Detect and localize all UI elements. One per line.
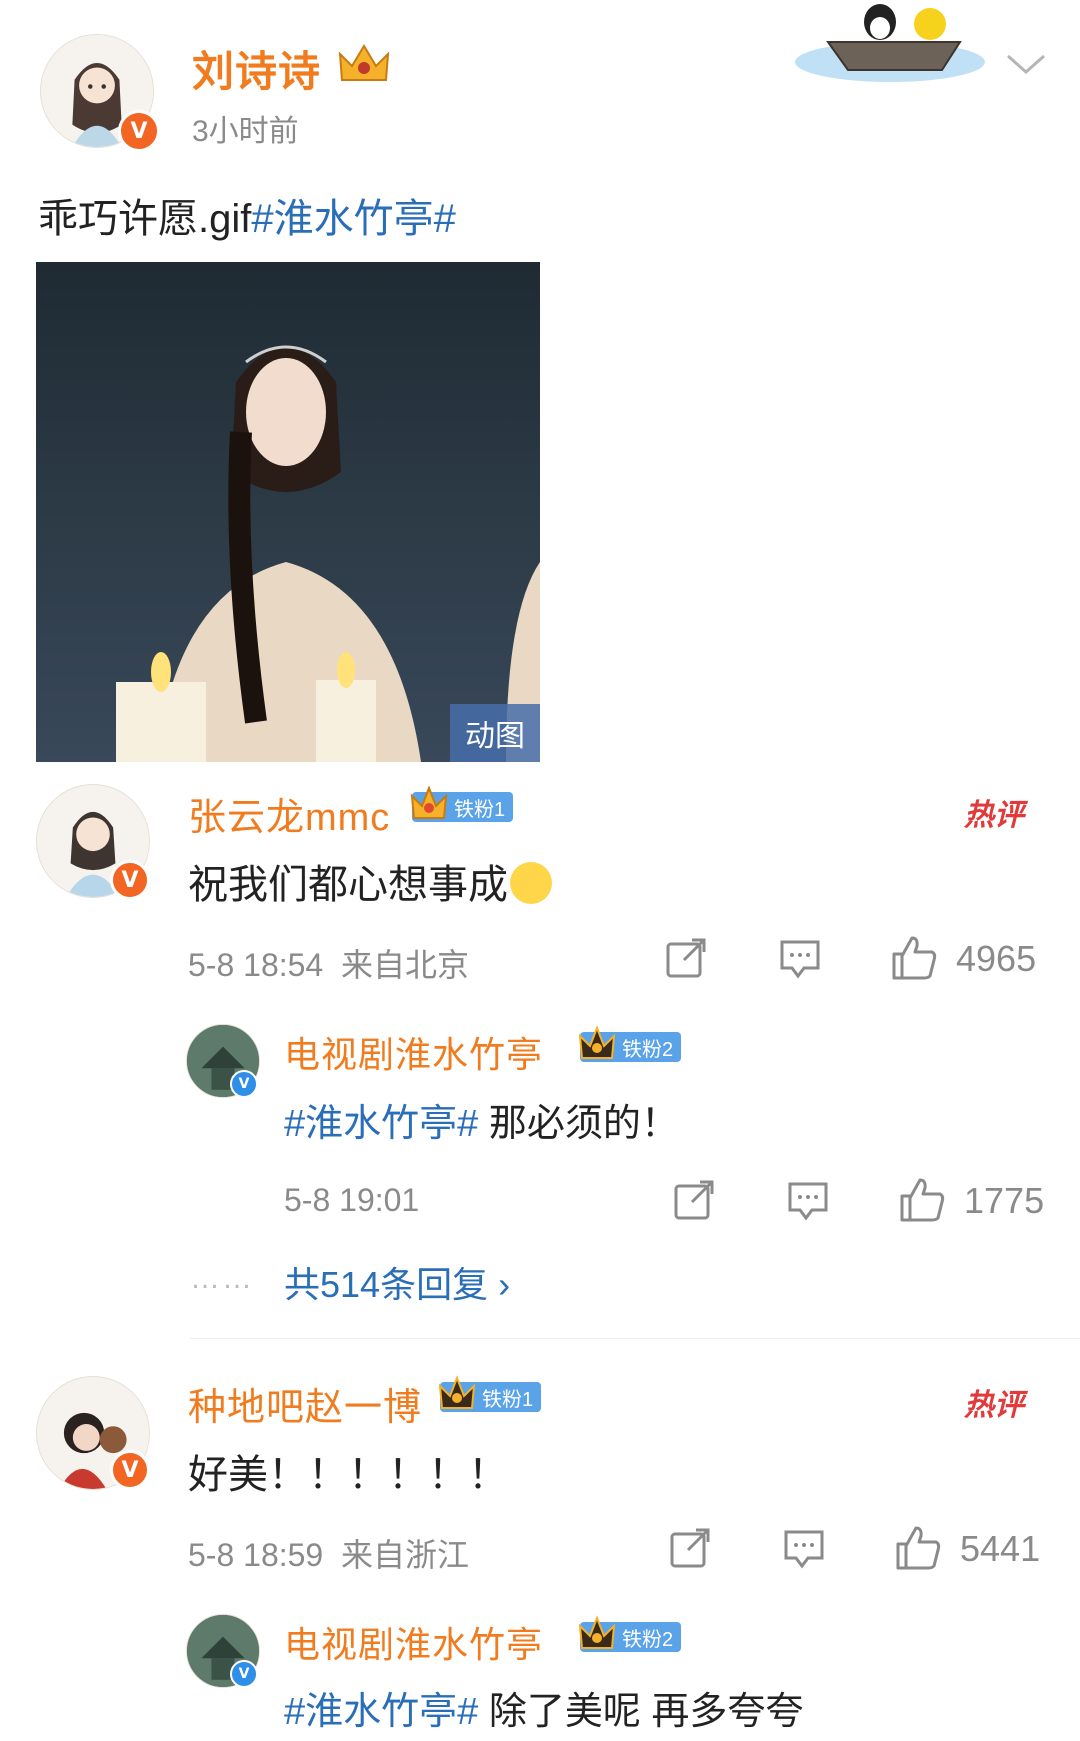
chevron-down-icon[interactable] <box>1004 50 1048 78</box>
comment-divider <box>190 1338 1080 1339</box>
gif-badge: 动图 <box>450 704 540 762</box>
reply-text: #淮水竹亭# 除了美呢 再多夸夸 <box>284 1680 803 1735</box>
reply-text-body: 除了美呢 再多夸夸 <box>488 1691 804 1733</box>
comment-icon[interactable] <box>778 936 822 980</box>
comment-text: 祝我们都心想事成 <box>188 852 552 910</box>
reply-hashtag[interactable]: #淮水竹亭# <box>284 1691 478 1733</box>
boat-decoration <box>795 4 985 82</box>
fan-badge-label: 铁粉1 <box>454 798 506 821</box>
comment-location: 来自浙江 <box>341 1537 470 1573</box>
post-text: 乖巧许愿.gif#淮水竹亭# <box>38 186 456 244</box>
fan-badge-label: 铁粉2 <box>622 1628 674 1651</box>
like-count: 5441 <box>960 1528 1041 1569</box>
gif-frame <box>116 345 540 762</box>
more-replies-link[interactable]: 共514条回复 › <box>284 1256 510 1308</box>
crown-icon <box>438 1375 476 1409</box>
fan-badge: 铁粉2 <box>578 1025 682 1062</box>
comment-author[interactable]: 张云龙mmc <box>188 786 390 841</box>
post-hashtag[interactable]: #淮水竹亭# <box>251 197 456 241</box>
comment-author[interactable]: 种地吧赵一博 <box>188 1376 422 1431</box>
crown-icon <box>410 785 448 819</box>
fan-badge: 铁粉2 <box>578 1615 682 1652</box>
fan-badge: 铁粉1 <box>438 1375 542 1412</box>
verified-icon: V <box>230 1660 258 1688</box>
more-replies-dots: …… <box>190 1262 254 1295</box>
verified-icon: V <box>118 110 160 152</box>
crown-icon <box>338 44 390 81</box>
like-icon[interactable] <box>894 1524 942 1572</box>
post-gif-image[interactable]: 动图 <box>36 262 540 762</box>
crown-icon <box>578 1615 616 1649</box>
post-time: 3小时前 <box>192 115 299 148</box>
hot-comment-badge: 热评 <box>964 1389 1024 1422</box>
like-count: 1775 <box>964 1180 1045 1221</box>
post-text-plain: 乖巧许愿.gif <box>38 197 252 241</box>
crown-icon <box>578 1025 616 1059</box>
reply-text: #淮水竹亭# 那必须的！ <box>284 1092 679 1147</box>
share-icon[interactable] <box>668 1526 712 1570</box>
like-icon[interactable] <box>890 934 938 982</box>
reply-text-body: 那必须的！ <box>488 1103 679 1145</box>
comment-icon[interactable] <box>782 1526 826 1570</box>
reply-author[interactable]: 电视剧淮水竹亭 <box>284 1026 543 1078</box>
post-author-name[interactable]: 刘诗诗 <box>192 38 321 99</box>
verified-icon: V <box>110 860 150 900</box>
hot-comment-badge: 热评 <box>964 799 1024 832</box>
verified-icon: V <box>230 1070 258 1098</box>
share-icon[interactable] <box>672 1178 716 1222</box>
comment-text: 好美！！！！！！ <box>188 1453 508 1497</box>
comment-meta: 5-8 18:54 来自北京 <box>188 940 469 986</box>
like-count: 4965 <box>956 938 1037 979</box>
comment-location: 来自北京 <box>341 947 470 983</box>
reply-author[interactable]: 电视剧淮水竹亭 <box>284 1616 543 1668</box>
crying-emoji-icon <box>510 862 552 904</box>
comment-date: 5-8 18:59 <box>188 1537 324 1573</box>
fan-badge-label: 铁粉2 <box>622 1038 674 1061</box>
fan-badge-label: 铁粉1 <box>482 1388 534 1411</box>
comment-date: 5-8 18:54 <box>188 947 324 983</box>
comment-text-body: 祝我们都心想事成 <box>188 863 508 907</box>
fan-badge: 铁粉1 <box>410 785 514 822</box>
like-icon[interactable] <box>898 1176 946 1224</box>
reply-hashtag[interactable]: #淮水竹亭# <box>284 1103 478 1145</box>
verified-icon: V <box>110 1450 150 1490</box>
comment-meta: 5-8 18:59 来自浙江 <box>188 1530 469 1576</box>
comment-icon[interactable] <box>786 1178 830 1222</box>
reply-date: 5-8 19:01 <box>284 1182 420 1218</box>
share-icon[interactable] <box>664 936 708 980</box>
